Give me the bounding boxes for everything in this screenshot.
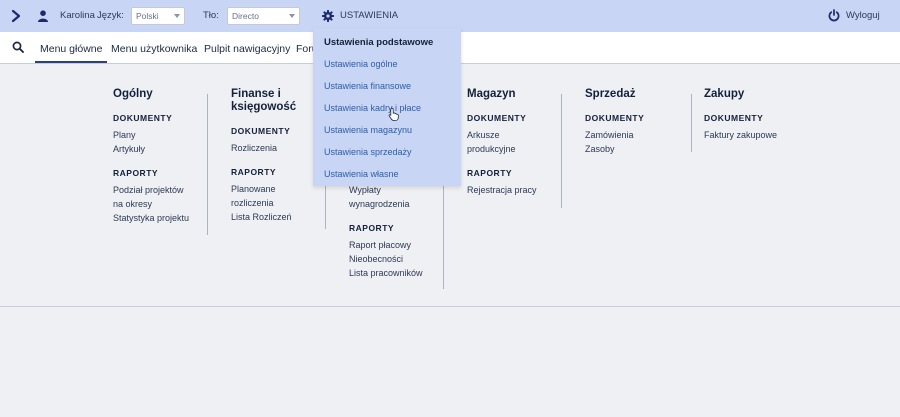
section-header: DOKUMENTY	[231, 126, 291, 136]
menu-link[interactable]: Arkusze	[467, 128, 537, 142]
column-title: księgowość	[231, 101, 297, 113]
settings-finance-link[interactable]: Ustawienia finansowe	[324, 81, 411, 91]
section-header: RAPORTY	[349, 223, 395, 233]
menu-link[interactable]: Zasoby	[585, 142, 644, 156]
column-purchases: Zakupy DOKUMENTY Faktury zakupowe	[704, 88, 777, 142]
menu-link[interactable]: Plany	[113, 128, 189, 142]
menu-link[interactable]: na okresy	[113, 197, 189, 211]
menu-link[interactable]: Raport płacowy	[349, 238, 423, 252]
menu-link[interactable]: Lista pracowników	[349, 266, 423, 280]
settings-hr-link[interactable]: Ustawienia kadry i płace	[324, 103, 421, 113]
menu-link[interactable]: Nieobecności	[349, 252, 423, 266]
tab-main-menu[interactable]: Menu główne	[34, 43, 108, 63]
section-header: RAPORTY	[113, 168, 159, 178]
settings-button[interactable]: USTAWIENIA	[340, 10, 398, 21]
column-divider	[561, 94, 562, 208]
menu-link[interactable]: produkcyjne	[467, 142, 537, 156]
menu-link[interactable]: Rejestracja pracy	[467, 183, 537, 197]
column-hr: Wypłaty wynagrodzenia RAPORTY Raport pła…	[349, 183, 423, 280]
menu-link[interactable]: wynagrodzenia	[349, 197, 423, 211]
gear-icon[interactable]	[322, 10, 334, 22]
search-icon[interactable]	[12, 41, 24, 53]
menu-link[interactable]: Lista Rozliczeń	[231, 210, 296, 224]
column-title: Magazyn	[467, 88, 516, 100]
column-title: Sprzedaż	[585, 88, 636, 100]
menu-link[interactable]: Faktury zakupowe	[704, 128, 777, 142]
column-divider	[691, 94, 692, 152]
username: Karolina	[60, 10, 95, 21]
type-label: Tło:	[203, 10, 219, 21]
settings-custom-link[interactable]: Ustawienia własne	[324, 169, 399, 179]
section-header: DOKUMENTY	[467, 113, 527, 123]
language-select-value: Polski	[136, 11, 159, 21]
column-warehouse: Magazyn DOKUMENTY Arkusze produkcyjne RA…	[467, 88, 537, 197]
menu-link[interactable]: Planowane	[231, 182, 296, 196]
settings-general-link[interactable]: Ustawienia ogólne	[324, 59, 398, 69]
menu-link[interactable]: Rozliczenia	[231, 141, 296, 155]
menu-link[interactable]: Statystyka projektu	[113, 211, 189, 225]
section-header: RAPORTY	[467, 168, 513, 178]
type-select[interactable]: Directo	[227, 7, 300, 25]
chevron-right-icon[interactable]	[10, 9, 22, 23]
section-header: DOKUMENTY	[113, 113, 173, 123]
menu-link[interactable]: Podział projektów	[113, 183, 189, 197]
chevron-down-icon	[289, 14, 295, 18]
column-finance: Finanse i księgowość DOKUMENTY Rozliczen…	[231, 88, 296, 224]
logout-button[interactable]: Wyloguj	[846, 10, 880, 21]
language-label: Język:	[97, 10, 124, 21]
menu-link[interactable]: Zamówienia	[585, 128, 644, 142]
section-header: DOKUMENTY	[585, 113, 645, 123]
language-select[interactable]: Polski	[131, 7, 185, 25]
column-title: Ogólny	[113, 88, 153, 100]
section-header: DOKUMENTY	[704, 113, 764, 123]
settings-dropdown: Ustawienia podstawowe Ustawienia ogólne …	[313, 28, 461, 186]
menu-link[interactable]: Artykuły	[113, 142, 189, 156]
hand-cursor-icon	[388, 107, 399, 121]
tab-dashboard[interactable]: Pulpit nawigacyjny	[204, 43, 290, 55]
power-icon[interactable]	[828, 9, 840, 22]
column-title: Finanse i	[231, 88, 281, 100]
chevron-down-icon	[174, 14, 180, 18]
type-select-value: Directo	[232, 11, 259, 21]
settings-warehouse-link[interactable]: Ustawienia magazynu	[324, 125, 412, 135]
section-header: RAPORTY	[231, 167, 277, 177]
settings-sales-link[interactable]: Ustawienia sprzedaży	[324, 147, 412, 157]
tab-user-menu[interactable]: Menu użytkownika	[111, 43, 197, 55]
menu-link[interactable]: rozliczenia	[231, 196, 296, 210]
column-title: Zakupy	[704, 88, 745, 100]
column-divider	[207, 94, 208, 235]
column-sales: Sprzedaż DOKUMENTY Zamówienia Zasoby	[585, 88, 644, 156]
dropdown-header: Ustawienia podstawowe	[324, 37, 434, 48]
column-general: Ogólny DOKUMENTY Plany Artykuły RAPORTY …	[113, 88, 189, 225]
user-icon	[38, 10, 48, 22]
